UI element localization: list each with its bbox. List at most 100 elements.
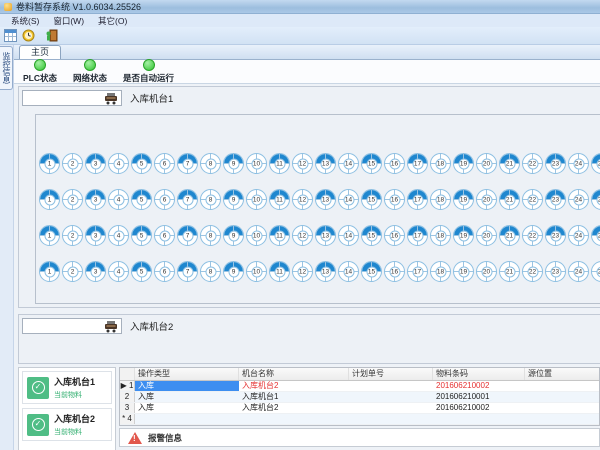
coil-slot-1[interactable]: 1 xyxy=(39,225,60,246)
coil-slot-22[interactable]: 22 xyxy=(522,261,543,282)
table-cell[interactable]: 入库 xyxy=(135,392,239,402)
table-row[interactable]: 2入库入库机台1201606210001 xyxy=(120,392,599,403)
coil-slot-9[interactable]: 9 xyxy=(223,153,244,174)
row-header[interactable]: 3 xyxy=(120,403,135,413)
coil-slot-1[interactable]: 1 xyxy=(39,189,60,210)
machine1-header-box[interactable] xyxy=(22,90,122,106)
coil-slot-5[interactable]: 5 xyxy=(131,153,152,174)
table-row[interactable]: 3入库入库机台2201606210002 xyxy=(120,403,599,414)
table-cell[interactable] xyxy=(525,414,599,424)
calendar-grid-icon[interactable] xyxy=(3,29,17,43)
coil-slot-16[interactable]: 16 xyxy=(384,261,405,282)
coil-slot-22[interactable]: 22 xyxy=(522,153,543,174)
coil-slot-17[interactable]: 17 xyxy=(407,189,428,210)
coil-slot-10[interactable]: 10 xyxy=(246,153,267,174)
coil-slot-6[interactable]: 6 xyxy=(154,153,175,174)
coil-slot-17[interactable]: 17 xyxy=(407,261,428,282)
coil-slot-2[interactable]: 2 xyxy=(62,189,83,210)
coil-slot-16[interactable]: 16 xyxy=(384,153,405,174)
coil-slot-25[interactable]: 25 xyxy=(591,189,600,210)
table-cell[interactable] xyxy=(349,381,433,391)
coil-slot-7[interactable]: 7 xyxy=(177,261,198,282)
coil-slot-22[interactable]: 22 xyxy=(522,225,543,246)
machine2-header-box[interactable] xyxy=(22,318,122,334)
table-cell[interactable] xyxy=(349,392,433,402)
coil-slot-10[interactable]: 10 xyxy=(246,261,267,282)
coil-slot-19[interactable]: 19 xyxy=(453,189,474,210)
table-cell[interactable]: 201606210002 xyxy=(433,403,525,413)
coil-slot-3[interactable]: 3 xyxy=(85,153,106,174)
coil-slot-21[interactable]: 21 xyxy=(499,261,520,282)
table-cell[interactable] xyxy=(349,414,433,424)
table-cell[interactable]: 201606210001 xyxy=(433,392,525,402)
coil-slot-16[interactable]: 16 xyxy=(384,189,405,210)
coil-slot-13[interactable]: 13 xyxy=(315,153,336,174)
table-cell[interactable]: 入库 xyxy=(135,403,239,413)
coil-slot-12[interactable]: 12 xyxy=(292,261,313,282)
coil-slot-25[interactable]: 25 xyxy=(591,261,600,282)
coil-slot-22[interactable]: 22 xyxy=(522,189,543,210)
clock-icon[interactable] xyxy=(21,29,35,43)
menu-window[interactable]: 窗口(W) xyxy=(46,15,91,27)
coil-slot-17[interactable]: 17 xyxy=(407,225,428,246)
coil-slot-2[interactable]: 2 xyxy=(62,261,83,282)
table-row[interactable]: * 4 xyxy=(120,414,599,425)
coil-slot-8[interactable]: 8 xyxy=(200,225,221,246)
coil-slot-25[interactable]: 25 xyxy=(591,225,600,246)
coil-slot-9[interactable]: 9 xyxy=(223,225,244,246)
coil-slot-19[interactable]: 19 xyxy=(453,225,474,246)
table-cell[interactable] xyxy=(525,403,599,413)
coil-slot-7[interactable]: 7 xyxy=(177,189,198,210)
coil-slot-18[interactable]: 18 xyxy=(430,153,451,174)
table-cell[interactable] xyxy=(525,381,599,391)
coil-slot-23[interactable]: 23 xyxy=(545,225,566,246)
column-header-5[interactable]: 源位置 xyxy=(525,368,599,380)
coil-slot-4[interactable]: 4 xyxy=(108,225,129,246)
column-header-4[interactable]: 物料条码 xyxy=(433,368,525,380)
coil-slot-6[interactable]: 6 xyxy=(154,261,175,282)
coil-slot-10[interactable]: 10 xyxy=(246,225,267,246)
coil-slot-12[interactable]: 12 xyxy=(292,189,313,210)
column-header-1[interactable]: 操作类型 xyxy=(135,368,239,380)
coil-slot-21[interactable]: 21 xyxy=(499,225,520,246)
row-header[interactable]: ▶ 1 xyxy=(120,381,135,391)
coil-slot-13[interactable]: 13 xyxy=(315,189,336,210)
coil-slot-14[interactable]: 14 xyxy=(338,189,359,210)
coil-slot-24[interactable]: 24 xyxy=(568,189,589,210)
coil-slot-21[interactable]: 21 xyxy=(499,153,520,174)
coil-slot-8[interactable]: 8 xyxy=(200,153,221,174)
table-cell[interactable] xyxy=(525,392,599,402)
table-cell[interactable] xyxy=(239,414,349,424)
coil-slot-3[interactable]: 3 xyxy=(85,189,106,210)
coil-slot-3[interactable]: 3 xyxy=(85,261,106,282)
coil-slot-15[interactable]: 15 xyxy=(361,189,382,210)
menu-system[interactable]: 系统(S) xyxy=(4,15,46,27)
machine-status-card[interactable]: ✓入库机台2当前物料 xyxy=(22,408,112,441)
coil-slot-18[interactable]: 18 xyxy=(430,261,451,282)
column-header-3[interactable]: 计划单号 xyxy=(349,368,433,380)
coil-slot-11[interactable]: 11 xyxy=(269,225,290,246)
coil-slot-10[interactable]: 10 xyxy=(246,189,267,210)
coil-slot-1[interactable]: 1 xyxy=(39,153,60,174)
coil-slot-15[interactable]: 15 xyxy=(361,261,382,282)
table-cell[interactable] xyxy=(433,414,525,424)
coil-slot-4[interactable]: 4 xyxy=(108,153,129,174)
coil-slot-3[interactable]: 3 xyxy=(85,225,106,246)
coil-slot-14[interactable]: 14 xyxy=(338,153,359,174)
coil-slot-7[interactable]: 7 xyxy=(177,225,198,246)
coil-slot-11[interactable]: 11 xyxy=(269,261,290,282)
dock-tab-monitor-info[interactable]: 监控信息 xyxy=(0,46,13,90)
coil-slot-5[interactable]: 5 xyxy=(131,189,152,210)
coil-slot-19[interactable]: 19 xyxy=(453,153,474,174)
coil-slot-4[interactable]: 4 xyxy=(108,189,129,210)
coil-slot-9[interactable]: 9 xyxy=(223,189,244,210)
table-cell[interactable]: 201606210002 xyxy=(433,381,525,391)
coil-slot-1[interactable]: 1 xyxy=(39,261,60,282)
coil-slot-5[interactable]: 5 xyxy=(131,261,152,282)
coil-slot-25[interactable]: 25 xyxy=(591,153,600,174)
table-cell[interactable] xyxy=(349,403,433,413)
coil-slot-8[interactable]: 8 xyxy=(200,189,221,210)
coil-slot-18[interactable]: 18 xyxy=(430,225,451,246)
coil-slot-11[interactable]: 11 xyxy=(269,189,290,210)
coil-slot-5[interactable]: 5 xyxy=(131,225,152,246)
